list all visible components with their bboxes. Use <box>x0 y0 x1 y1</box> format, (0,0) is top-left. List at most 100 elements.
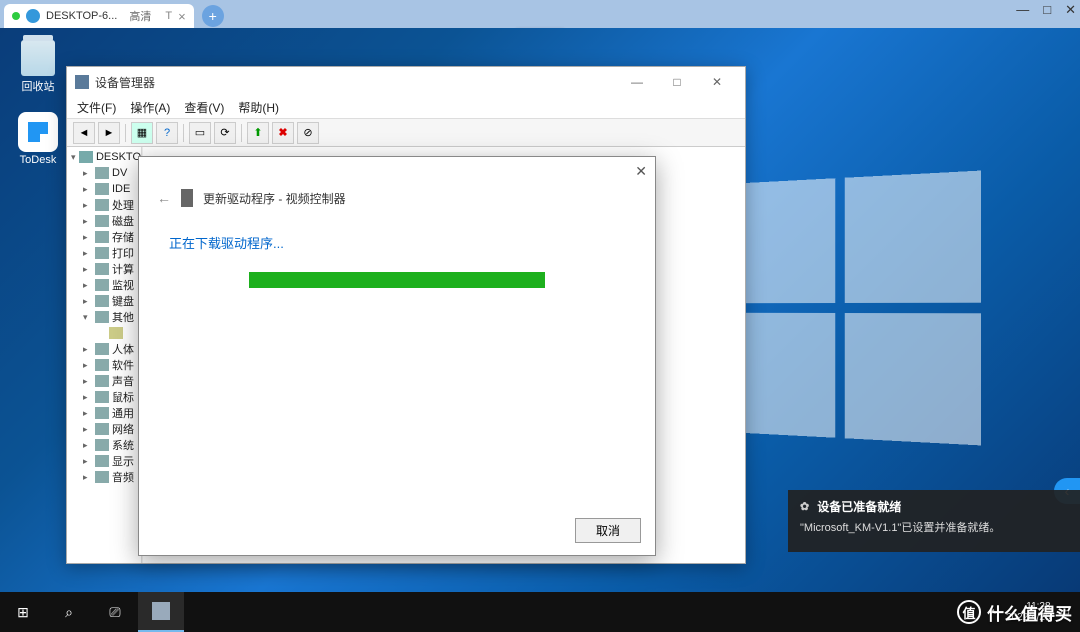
dialog-title: 更新驱动程序 - 视频控制器 <box>203 190 346 207</box>
devmgr-maximize-button[interactable]: □ <box>657 67 697 97</box>
back-button[interactable]: ◄ <box>73 122 95 144</box>
tree-item-label: 显示 <box>112 453 134 469</box>
chevron-icon: ▸ <box>83 376 92 387</box>
todesk-icon[interactable]: ToDesk <box>10 112 66 166</box>
properties-button[interactable]: ▭ <box>189 122 211 144</box>
forward-button[interactable]: ► <box>98 122 120 144</box>
devmgr-app-icon <box>75 75 89 89</box>
tree-item[interactable]: ▸计算 <box>83 261 141 277</box>
chevron-icon: ▸ <box>83 216 92 227</box>
tree-item[interactable]: ▸ 声音 <box>83 373 141 389</box>
tree-item-label: 存储 <box>112 229 134 245</box>
device-category-icon <box>95 215 109 227</box>
tree-item[interactable]: ▸人体 <box>83 341 141 357</box>
devmgr-toolbar: ◄ ► ▦ ? ▭ ⟳ ⬆ ✖ ⊘ <box>67 119 745 147</box>
tree-subitem[interactable] <box>97 325 141 341</box>
dialog-close-button[interactable]: ✕ <box>635 163 647 180</box>
disable-button[interactable]: ⊘ <box>297 122 319 144</box>
remote-maximize-button[interactable]: □ <box>1043 2 1051 18</box>
chevron-icon: ▸ <box>83 296 92 307</box>
chevron-icon: ▸ <box>83 184 92 195</box>
computer-icon <box>79 151 93 163</box>
tree-item[interactable]: ▸显示 <box>83 453 141 469</box>
tree-item[interactable]: ▸ 存储 <box>83 229 141 245</box>
device-category-icon <box>95 375 109 387</box>
windows-logo-icon <box>714 171 981 446</box>
devmgr-titlebar[interactable]: 设备管理器 — □ ✕ <box>67 67 745 97</box>
watermark-text: 什么值得买 <box>987 600 1072 625</box>
progress-bar <box>249 272 545 288</box>
tree-item[interactable]: ▸音频 <box>83 469 141 485</box>
tree-item[interactable]: ▸网络 <box>83 421 141 437</box>
tree-item-label: 监视 <box>112 277 134 293</box>
chevron-icon: ▸ <box>83 232 92 243</box>
devmgr-close-button[interactable]: ✕ <box>697 67 737 97</box>
device-category-icon <box>95 167 109 179</box>
dialog-header: ← 更新驱动程序 - 视频控制器 <box>139 157 655 219</box>
tree-root[interactable]: ▾ DESKTO <box>71 149 141 165</box>
tab-close-icon[interactable]: × <box>178 9 186 24</box>
add-tab-button[interactable]: + <box>202 5 224 27</box>
devmgr-minimize-button[interactable]: — <box>617 67 657 97</box>
devmgr-menubar: 文件(F) 操作(A) 查看(V) 帮助(H) <box>67 97 745 119</box>
device-category-icon <box>95 183 109 195</box>
tree-item[interactable]: ▸处理 <box>83 197 141 213</box>
tree-item[interactable]: ▸ 鼠标 <box>83 389 141 405</box>
tree-item-label: DV <box>112 167 127 179</box>
toolbar-separator <box>125 124 126 142</box>
device-category-icon <box>95 423 109 435</box>
toast-title: 设备已准备就绪 <box>817 498 901 515</box>
remote-tab[interactable]: DESKTOP-6... 高清 T × <box>4 4 194 28</box>
devmgr-taskbar-icon <box>152 602 170 620</box>
taskbar-app-devmgr[interactable] <box>138 592 184 632</box>
device-category-icon <box>95 199 109 211</box>
notification-toast[interactable]: ✿ 设备已准备就绪 "Microsoft_KM-V1.1"已设置并准备就绪。 <box>788 490 1080 552</box>
back-arrow-icon[interactable]: ← <box>157 190 171 206</box>
menu-action[interactable]: 操作(A) <box>130 99 170 116</box>
tree-item[interactable]: ▸通用 <box>83 405 141 421</box>
chevron-icon: ▸ <box>83 472 92 483</box>
scan-button[interactable]: ⟳ <box>214 122 236 144</box>
show-hidden-button[interactable]: ▦ <box>131 122 153 144</box>
chevron-icon: ▸ <box>83 264 92 275</box>
device-tree[interactable]: ▾ DESKTO ▸DV▸IDE▸处理▸磁盘▸存储▸打印▸计算▸监视▸键盘▾其他… <box>67 147 142 563</box>
tree-item[interactable]: ▸软件 <box>83 357 141 373</box>
update-driver-button[interactable]: ⬆ <box>247 122 269 144</box>
recycle-bin-icon[interactable]: 回收站 <box>10 40 66 94</box>
tree-item-label: 声音 <box>112 373 134 389</box>
tree-item[interactable]: ▸DV <box>83 165 141 181</box>
driver-update-dialog: ✕ ← 更新驱动程序 - 视频控制器 正在下载驱动程序... 取消 <box>138 156 656 556</box>
devmgr-title: 设备管理器 <box>95 74 155 91</box>
tree-item[interactable]: ▾其他 <box>83 309 141 325</box>
menu-view[interactable]: 查看(V) <box>184 99 224 116</box>
gear-icon: ✿ <box>800 500 809 513</box>
menu-help[interactable]: 帮助(H) <box>238 99 279 116</box>
desktop: 回收站 ToDesk 设备管理器 — □ ✕ 文件(F) 操作(A) 查看(V)… <box>0 28 1080 592</box>
chevron-icon: ▸ <box>83 440 92 451</box>
toast-title-row: ✿ 设备已准备就绪 <box>800 498 1068 515</box>
chevron-icon: ▸ <box>83 392 92 403</box>
tree-item[interactable]: ▸系统 <box>83 437 141 453</box>
tree-item[interactable]: ▸监视 <box>83 277 141 293</box>
toolbar-separator <box>241 124 242 142</box>
menu-file[interactable]: 文件(F) <box>77 99 116 116</box>
tree-item[interactable]: ▸磁盘 <box>83 213 141 229</box>
tree-item-label: 打印 <box>112 245 134 261</box>
watermark: 值 什么值得买 <box>957 592 1072 632</box>
avatar-icon <box>26 9 40 23</box>
tree-item-label: 鼠标 <box>112 389 134 405</box>
cancel-button[interactable]: 取消 <box>575 518 641 543</box>
taskview-button[interactable]: ⎚ <box>92 592 138 632</box>
tree-item[interactable]: ▸打印 <box>83 245 141 261</box>
search-button[interactable]: ⌕ <box>46 592 92 632</box>
remote-close-button[interactable]: ✕ <box>1065 2 1076 18</box>
remote-minimize-button[interactable]: — <box>1016 2 1029 18</box>
tree-item-label: IDE <box>112 183 130 195</box>
device-category-icon <box>95 471 109 483</box>
help-button[interactable]: ? <box>156 122 178 144</box>
start-button[interactable]: ⊞ <box>0 592 46 632</box>
tree-item[interactable]: ▸ IDE <box>83 181 141 197</box>
uninstall-button[interactable]: ✖ <box>272 122 294 144</box>
remote-letter: T <box>165 10 172 22</box>
tree-item[interactable]: ▸键盘 <box>83 293 141 309</box>
